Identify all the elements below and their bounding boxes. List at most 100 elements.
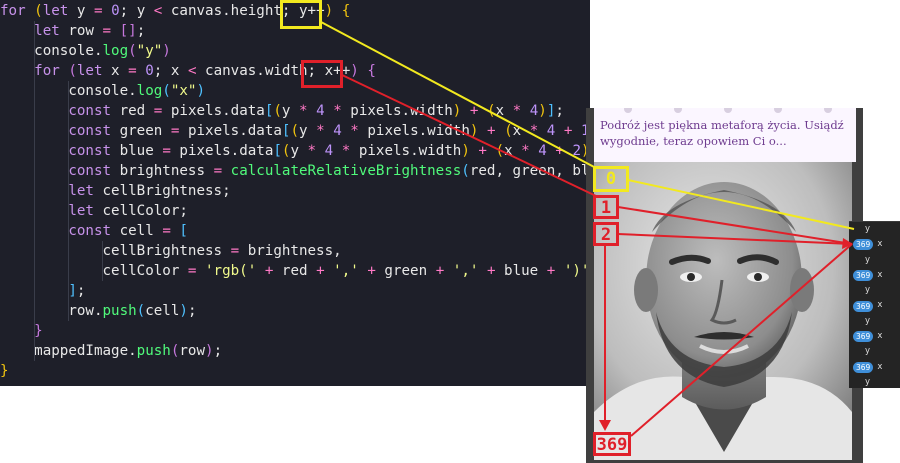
code-token: ;	[555, 103, 564, 119]
console-log-entry[interactable]: y	[849, 222, 900, 237]
code-token: pixels.width	[341, 103, 453, 119]
indent-guide	[67, 301, 69, 321]
code-token: y	[68, 3, 94, 19]
indent-guide	[67, 241, 69, 261]
code-token: row.	[0, 303, 103, 319]
code-token: )	[162, 43, 171, 59]
code-token: const	[68, 163, 112, 179]
code-token: x	[495, 103, 513, 119]
console-log-text: y	[865, 224, 871, 234]
code-token: "x"	[170, 83, 197, 99]
code-token: *	[316, 123, 325, 139]
code-token: let	[68, 183, 94, 199]
console-log-text: y	[865, 254, 871, 265]
code-token: green	[375, 263, 436, 279]
indent-guide	[67, 141, 69, 161]
code-editor[interactable]: for (let y = 0; y < canvas.height; y++) …	[0, 0, 624, 386]
repeat-count-badge: 369	[853, 331, 874, 343]
indent-guide	[33, 21, 35, 41]
console-log-entry[interactable]: y	[849, 375, 900, 390]
code-token: "y"	[136, 43, 163, 59]
code-token: (	[68, 63, 77, 79]
code-token: ]	[68, 283, 77, 299]
code-line: console.log("y")	[0, 41, 590, 61]
marker-x-one: 1	[593, 195, 619, 219]
code-token: 2	[572, 143, 581, 159]
console-log-list: y 369 x y 369 x y 369 x y 369 x y 369 x y	[849, 222, 900, 390]
console-log-entry[interactable]: 369 x	[849, 360, 900, 375]
console-log-entry[interactable]: 369 x	[849, 329, 900, 344]
code-line: }	[0, 321, 590, 341]
code-token: 0	[145, 63, 154, 79]
indent-guide	[33, 321, 35, 341]
code-token: +	[486, 123, 496, 139]
code-lines: for (let y = 0; y < canvas.height; y++) …	[0, 1, 624, 381]
code-token: const	[68, 143, 112, 159]
code-token: blue	[111, 143, 163, 159]
code-token: pixels.width	[350, 143, 462, 159]
code-line: row.push(cell);	[0, 301, 590, 321]
code-token: ; x	[153, 63, 188, 79]
portrait-photo	[594, 162, 852, 460]
indent-guide	[33, 161, 35, 181]
console-log-entry[interactable]: y	[849, 314, 900, 329]
console-log-entry[interactable]: 369 x	[849, 237, 900, 252]
indent-guide	[33, 261, 35, 281]
repeat-count-badge: 369	[853, 300, 874, 312]
article-excerpt[interactable]: Podróż jest piękna metaforą życia. Usiąd…	[600, 117, 850, 149]
repeat-count-badge: 369	[853, 270, 874, 282]
code-line: ];	[0, 281, 590, 301]
console-log-entry[interactable]: 369 x	[849, 268, 900, 283]
code-line: let cellBrightness;	[0, 181, 590, 201]
indent-guide	[67, 201, 69, 221]
code-token: 4	[529, 103, 539, 119]
code-token: log	[136, 83, 163, 99]
console-log-entry[interactable]: 369 x	[849, 298, 900, 313]
indent-guide	[67, 121, 69, 141]
code-token: brightness,	[239, 243, 342, 259]
code-token: green	[111, 123, 171, 139]
console-log-text: y	[865, 346, 871, 357]
code-token: y	[290, 143, 308, 159]
code-token: x	[512, 123, 530, 139]
code-line: const green = pixels.data[(y * 4 * pixel…	[0, 121, 615, 141]
code-token: mappedImage.	[0, 343, 137, 359]
code-token: let	[68, 203, 94, 219]
indent-guide	[33, 181, 35, 201]
code-token: )	[196, 83, 206, 99]
marker-x-two: 2	[593, 222, 619, 246]
console-log-entry[interactable]: y	[849, 283, 900, 298]
devtools-console[interactable]: y 369 x y 369 x y 369 x y 369 x y 369 x y	[849, 221, 900, 388]
console-log-entry[interactable]: y	[849, 344, 900, 359]
code-token: (	[273, 103, 282, 119]
code-line: let cellColor;	[0, 201, 590, 221]
code-token: (	[136, 303, 146, 319]
code-token: )	[461, 143, 470, 159]
code-token: =	[230, 243, 240, 259]
indent-guide	[33, 341, 35, 361]
code-token: calculateRelativeBrightness	[230, 163, 462, 179]
code-token: canvas.height;	[162, 3, 299, 19]
indent-guide	[33, 221, 35, 241]
code-token: [	[273, 143, 282, 159]
code-token: =	[128, 63, 137, 79]
code-line: const cell = [	[0, 221, 590, 241]
indent-guide	[33, 201, 35, 221]
code-token: cellColor;	[93, 203, 188, 219]
console-log-entry[interactable]: y	[849, 253, 900, 268]
code-token: 4	[316, 103, 325, 119]
code-token: push	[102, 303, 137, 319]
